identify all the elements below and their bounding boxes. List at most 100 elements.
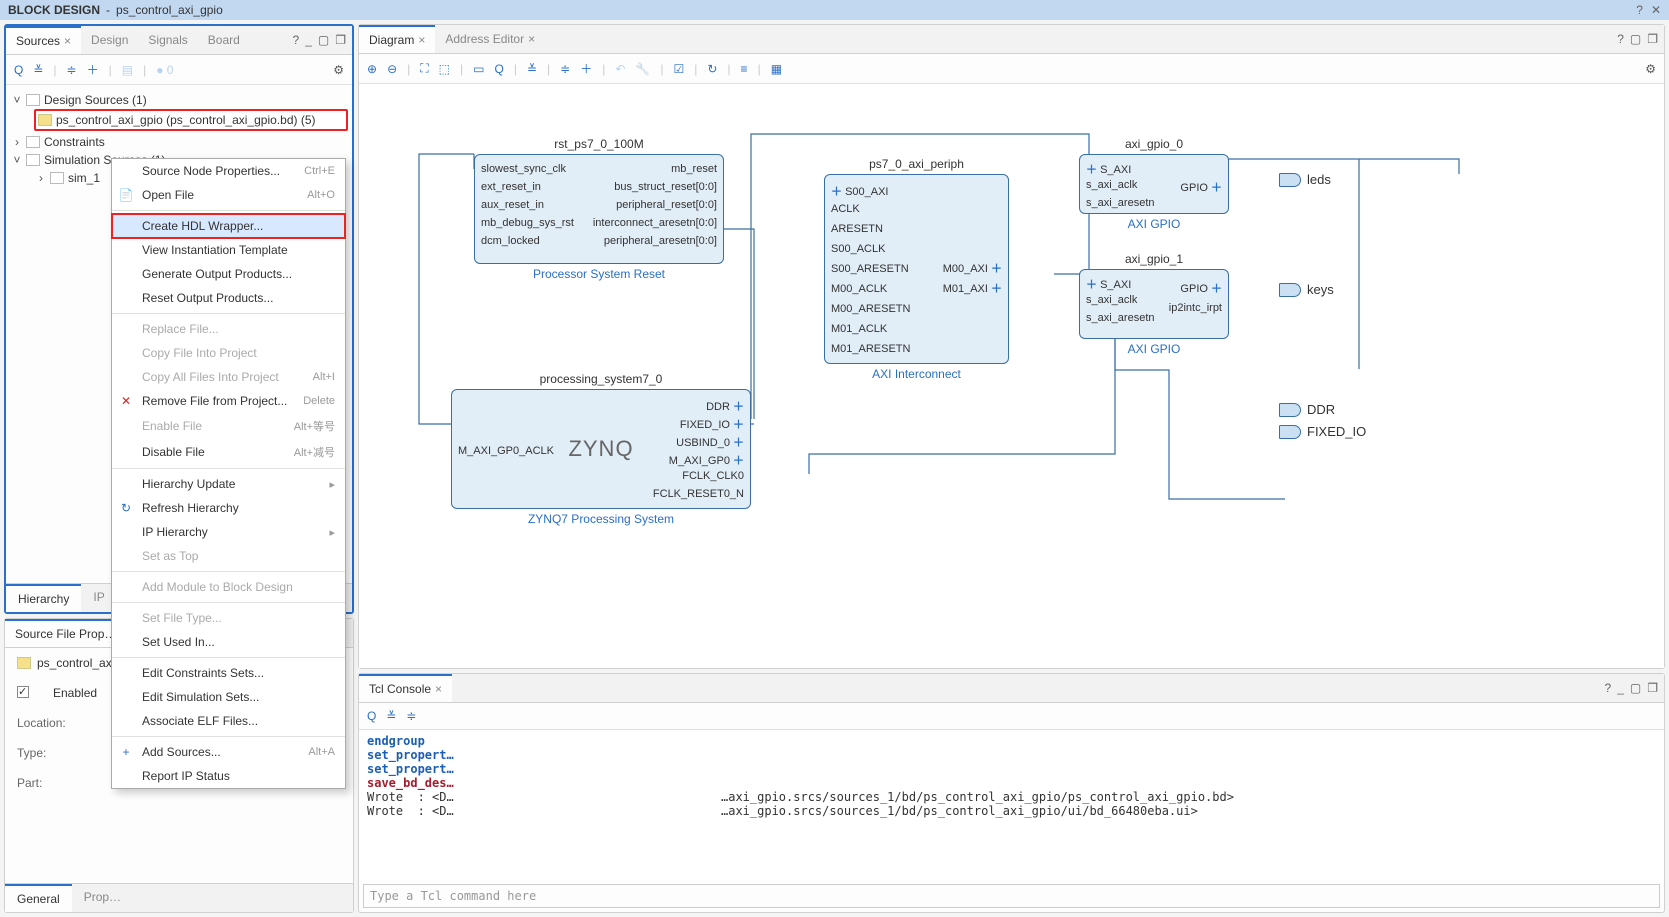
context-menu-item[interactable]: 📄Open FileAlt+O: [112, 183, 345, 207]
tab-sources[interactable]: Sources×: [6, 26, 81, 54]
select-icon[interactable]: ▭: [473, 62, 484, 76]
help-icon[interactable]: ?: [1636, 3, 1643, 17]
layers-icon[interactable]: ▦: [771, 62, 782, 76]
console-output[interactable]: endgroupset_propert…set_propert…save_bd_…: [359, 730, 1664, 880]
tab-design[interactable]: Design: [81, 27, 138, 53]
context-menu-item[interactable]: Edit Constraints Sets...: [112, 661, 345, 685]
validate-icon[interactable]: ☑: [673, 62, 684, 76]
settings-icon[interactable]: ≡: [741, 62, 748, 76]
tab-tcl-console[interactable]: Tcl Console×: [359, 674, 452, 702]
context-menu-item: Replace File...: [112, 317, 345, 341]
gear-icon[interactable]: ⚙: [333, 63, 344, 77]
bd-icon: [38, 114, 52, 126]
context-menu-item[interactable]: IP Hierarchy▸: [112, 520, 345, 544]
sources-toolbar: Q ≚ | ≑ ＋ | ▤ | ● 0 ⚙: [6, 55, 352, 85]
context-menu-item: Copy All Files Into ProjectAlt+I: [112, 365, 345, 389]
zoom-out-icon[interactable]: ⊖: [387, 62, 397, 76]
ext-port-fixedio[interactable]: FIXED_IO: [1279, 424, 1366, 439]
tab-general[interactable]: General: [5, 884, 72, 912]
console-toolbar: Q ≚ ≑: [359, 703, 1664, 730]
search-icon[interactable]: Q: [494, 62, 503, 76]
help-icon[interactable]: ?: [1617, 32, 1624, 46]
minimize-icon[interactable]: _: [1617, 681, 1624, 695]
zoom-fit-icon[interactable]: ⛶: [420, 61, 428, 76]
ext-port-keys[interactable]: keys: [1279, 282, 1334, 297]
collapse-icon[interactable]: ≚: [386, 709, 396, 723]
context-menu-item[interactable]: Edit Simulation Sets...: [112, 685, 345, 709]
window-titlebar: BLOCK DESIGN - ps_control_axi_gpio ? ✕: [0, 0, 1669, 20]
search-icon[interactable]: Q: [14, 63, 23, 77]
restore-icon[interactable]: ❐: [1647, 681, 1658, 695]
diagram-canvas[interactable]: rst_ps7_0_100M slowest_sync_clk ext_rese…: [359, 84, 1664, 668]
close-icon[interactable]: ✕: [1651, 3, 1661, 17]
sources-tabbar: Sources× Design Signals Board ? _ ▢ ❐: [6, 26, 352, 55]
tcl-console-panel: Tcl Console× ? _ ▢ ❐ Q ≚ ≑ endgroupset_p…: [358, 673, 1665, 913]
ext-port-leds[interactable]: leds: [1279, 172, 1331, 187]
tab-props[interactable]: Prop…: [72, 884, 133, 912]
maximize-icon[interactable]: ▢: [1630, 32, 1641, 46]
undo-icon: ↶: [615, 62, 625, 76]
tab-hierarchy[interactable]: Hierarchy: [6, 584, 81, 612]
search-icon[interactable]: Q: [367, 709, 376, 723]
block-gpio0[interactable]: axi_gpio_0 ＋ S_AXI s_axi_aclk s_axi_ares…: [1079, 154, 1229, 214]
context-menu-item[interactable]: Report IP Status: [112, 764, 345, 788]
context-menu-item[interactable]: Reset Output Products...: [112, 286, 345, 310]
tab-address-editor[interactable]: Address Editor×: [435, 26, 545, 52]
block-gpio1[interactable]: axi_gpio_1 ＋ S_AXI s_axi_aclk s_axi_ares…: [1079, 269, 1229, 339]
tab-board[interactable]: Board: [198, 27, 250, 53]
dot-icon: ● 0: [156, 63, 173, 77]
zynq-logo: ZYNQ: [568, 436, 633, 462]
tab-diagram[interactable]: Diagram×: [359, 25, 435, 53]
context-menu-item: Copy File Into Project: [112, 341, 345, 365]
context-menu-item[interactable]: ✕Remove File from Project...Delete: [112, 389, 345, 413]
context-menu: Source Node Properties...Ctrl+E📄Open Fil…: [111, 158, 346, 789]
title-name: ps_control_axi_gpio: [116, 3, 223, 17]
help-icon[interactable]: ?: [293, 33, 300, 47]
help-icon[interactable]: ?: [1605, 681, 1612, 695]
context-menu-item[interactable]: Set Used In...: [112, 630, 345, 654]
tree-constraints[interactable]: › Constraints: [10, 133, 348, 151]
file-icon: ▤: [122, 63, 133, 77]
minimize-icon[interactable]: _: [305, 33, 312, 47]
sources-panel: Sources× Design Signals Board ? _ ▢ ❐ Q …: [4, 24, 354, 614]
tree-design-sources[interactable]: ˅ Design Sources (1): [10, 91, 348, 109]
restore-icon[interactable]: ❐: [1647, 32, 1658, 46]
context-menu-item[interactable]: Hierarchy Update▸: [112, 472, 345, 496]
context-menu-item[interactable]: Create HDL Wrapper...: [112, 214, 345, 238]
context-menu-item[interactable]: +Add Sources...Alt+A: [112, 740, 345, 764]
add-icon[interactable]: ＋: [580, 60, 592, 77]
gear-icon[interactable]: ⚙: [1645, 62, 1656, 76]
context-menu-item[interactable]: Source Node Properties...Ctrl+E: [112, 159, 345, 183]
ext-port-ddr[interactable]: DDR: [1279, 402, 1335, 417]
add-icon[interactable]: ＋: [87, 61, 99, 78]
collapse-icon[interactable]: ≚: [33, 63, 43, 77]
maximize-icon[interactable]: ▢: [318, 33, 329, 47]
context-menu-item[interactable]: Disable FileAlt+减号: [112, 439, 345, 465]
context-menu-item[interactable]: Generate Output Products...: [112, 262, 345, 286]
wrench-icon: 🔧: [635, 62, 650, 76]
zoom-in-icon[interactable]: ⊕: [367, 62, 377, 76]
tcl-command-input[interactable]: Type a Tcl command here: [363, 884, 1660, 908]
block-interconnect[interactable]: ps7_0_axi_periph ＋ S00_AXI ACLK ARESETN …: [824, 174, 1009, 364]
maximize-icon[interactable]: ▢: [1630, 681, 1641, 695]
context-menu-item: Enable FileAlt+等号: [112, 413, 345, 439]
refresh-icon[interactable]: ↻: [707, 62, 717, 76]
title-prefix: BLOCK DESIGN: [8, 3, 100, 17]
expand-icon[interactable]: ≑: [406, 709, 416, 723]
restore-icon[interactable]: ❐: [335, 33, 346, 47]
block-zynq[interactable]: processing_system7_0 M_AXI_GP0_ACLK DDR …: [451, 389, 751, 509]
block-rst[interactable]: rst_ps7_0_100M slowest_sync_clk ext_rese…: [474, 154, 724, 264]
enabled-checkbox[interactable]: [17, 686, 29, 698]
tab-signals[interactable]: Signals: [138, 27, 197, 53]
context-menu-item[interactable]: Associate ELF Files...: [112, 709, 345, 733]
expand-icon[interactable]: ≑: [560, 62, 570, 76]
zoom-area-icon[interactable]: ⬚: [439, 62, 450, 76]
collapse-icon[interactable]: ≚: [527, 62, 537, 76]
tree-bd-item[interactable]: ps_control_axi_gpio (ps_control_axi_gpio…: [34, 109, 348, 131]
context-menu-item: Set as Top: [112, 544, 345, 568]
expand-icon[interactable]: ≑: [67, 63, 77, 77]
context-menu-item[interactable]: View Instantiation Template: [112, 238, 345, 262]
context-menu-item: Add Module to Block Design: [112, 575, 345, 599]
diagram-toolbar: ⊕ ⊖ | ⛶ ⬚ | ▭ Q | ≚ | ≑ ＋ | ↶ 🔧 |: [359, 54, 1664, 84]
context-menu-item[interactable]: ↻Refresh Hierarchy: [112, 496, 345, 520]
